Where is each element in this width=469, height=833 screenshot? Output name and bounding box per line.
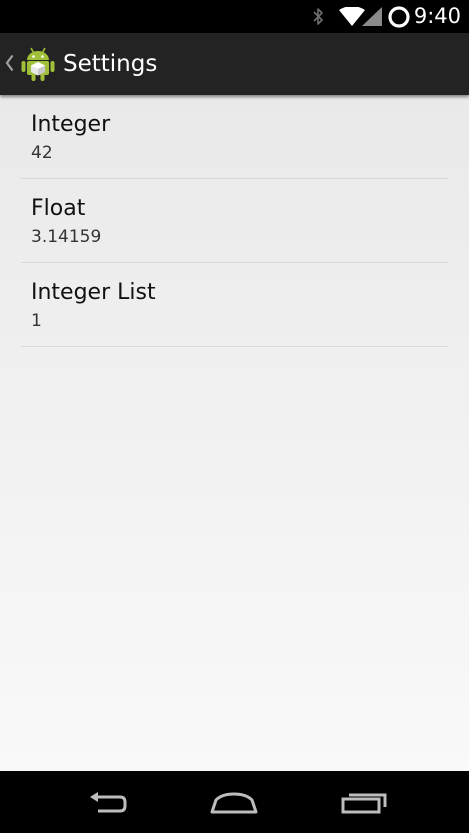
preference-item-integer[interactable]: Integer 42 [21,95,448,179]
action-bar: Settings [0,33,469,95]
back-icon [90,792,127,813]
navigation-bar [0,771,469,833]
up-navigation-button[interactable] [0,33,60,95]
preference-list: Integer 42 Float 3.14159 Integer List 1 [0,95,469,771]
status-clock: 9:40 [413,4,461,28]
bluetooth-icon [312,7,324,30]
cell-signal-icon [362,7,382,30]
android-logo-icon [20,45,56,87]
preference-summary: 3.14159 [31,227,102,247]
action-bar-title: Settings [63,51,158,77]
preference-item-float[interactable]: Float 3.14159 [21,179,448,263]
preference-summary: 1 [31,311,42,331]
preference-title: Float [31,196,86,221]
home-icon [210,792,258,814]
preference-summary: 42 [31,143,53,163]
preference-item-integer-list[interactable]: Integer List 1 [21,263,448,347]
status-bar: 9:40 [0,0,469,33]
nav-back-button[interactable] [72,783,136,823]
nav-recents-button[interactable] [332,783,396,823]
nav-home-button[interactable] [202,783,266,823]
back-chevron-icon [5,54,14,76]
recents-icon [341,793,387,814]
battery-icon [387,5,411,33]
preference-title: Integer List [31,280,156,305]
preference-title: Integer [31,112,111,137]
